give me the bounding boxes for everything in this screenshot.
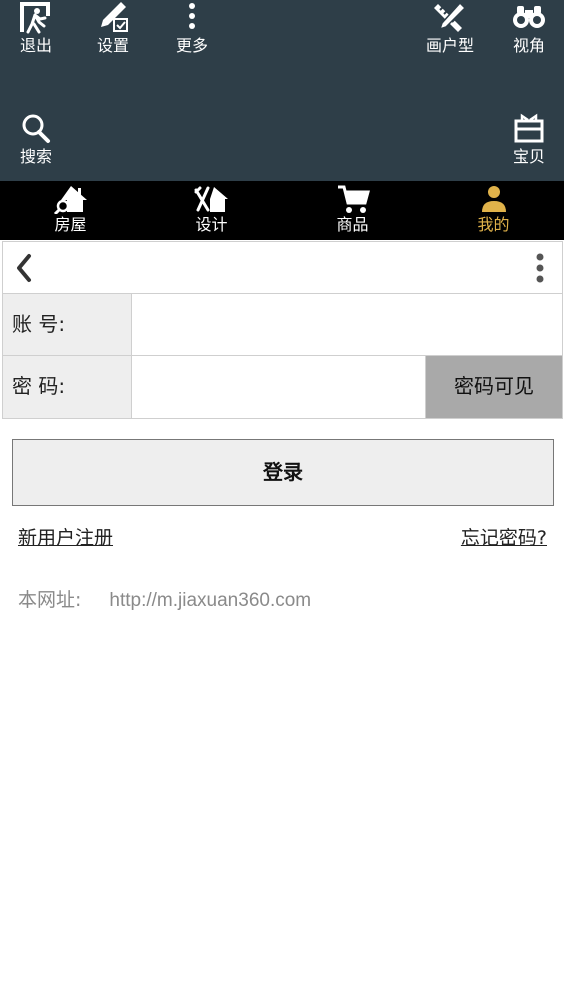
- password-row: 密 码: 密码可见: [3, 356, 562, 418]
- more-vertical-icon: [528, 253, 552, 289]
- tab-design[interactable]: 设计: [141, 181, 282, 240]
- password-input[interactable]: [132, 356, 426, 418]
- search-icon: [18, 111, 54, 145]
- password-label: 密 码:: [3, 356, 132, 418]
- back-button[interactable]: [11, 252, 39, 284]
- site-url: http://m.jiaxuan360.com: [109, 590, 312, 611]
- settings-label: 设置: [96, 36, 129, 55]
- search-button[interactable]: 搜索: [0, 111, 72, 167]
- treasure-button[interactable]: 宝贝: [493, 111, 564, 167]
- top-toolbar: 退出 设置 更多 画户型 视角 搜索 宝贝: [0, 0, 564, 181]
- login-form: 账 号: 密 码: 密码可见: [2, 294, 563, 419]
- show-password-button[interactable]: 密码可见: [426, 356, 562, 418]
- draw-floorplan-button[interactable]: 画户型: [414, 0, 486, 56]
- search-label: 搜索: [19, 147, 52, 166]
- tab-mine-label: 我的: [477, 215, 510, 234]
- house-search-icon: [53, 184, 89, 214]
- view-angle-label: 视角: [512, 36, 545, 55]
- forgot-password-link[interactable]: 忘记密码?: [461, 526, 547, 550]
- tools-house-icon: [194, 184, 230, 214]
- draw-floorplan-label: 画户型: [425, 36, 474, 55]
- account-label: 账 号:: [3, 294, 132, 355]
- more-label: 更多: [175, 36, 208, 55]
- tab-goods[interactable]: 商品: [282, 181, 423, 240]
- tab-goods-label: 商品: [336, 215, 369, 234]
- more-button[interactable]: 更多: [156, 0, 228, 56]
- gift-box-icon: [511, 111, 547, 145]
- account-input[interactable]: [132, 294, 562, 355]
- overflow-menu-button[interactable]: [528, 251, 552, 285]
- view-angle-button[interactable]: 视角: [493, 0, 564, 56]
- exit-icon: [18, 0, 54, 34]
- exit-button[interactable]: 退出: [0, 0, 72, 56]
- register-link[interactable]: 新用户注册: [18, 526, 113, 550]
- tab-house[interactable]: 房屋: [0, 181, 141, 240]
- ruler-pencil-icon: [432, 0, 468, 34]
- tab-design-label: 设计: [195, 215, 228, 234]
- settings-button[interactable]: 设置: [77, 0, 149, 56]
- user-icon: [476, 184, 512, 214]
- tab-house-label: 房屋: [54, 215, 87, 234]
- binoculars-icon: [511, 0, 547, 34]
- site-address: 本网址: http://m.jiaxuan360.com: [18, 588, 311, 613]
- login-button[interactable]: 登录: [12, 439, 554, 506]
- account-row: 账 号:: [3, 294, 562, 356]
- tab-mine[interactable]: 我的: [423, 181, 564, 240]
- treasure-label: 宝贝: [512, 147, 545, 166]
- more-vertical-icon: [174, 0, 210, 34]
- edit-settings-icon: [95, 0, 131, 34]
- site-address-label: 本网址:: [18, 589, 82, 611]
- cart-icon: [335, 184, 371, 214]
- page-header: [2, 241, 563, 294]
- chevron-left-icon: [11, 254, 39, 288]
- exit-label: 退出: [19, 36, 52, 55]
- bottom-nav-tabs: 房屋 设计 商品 我的: [0, 181, 564, 240]
